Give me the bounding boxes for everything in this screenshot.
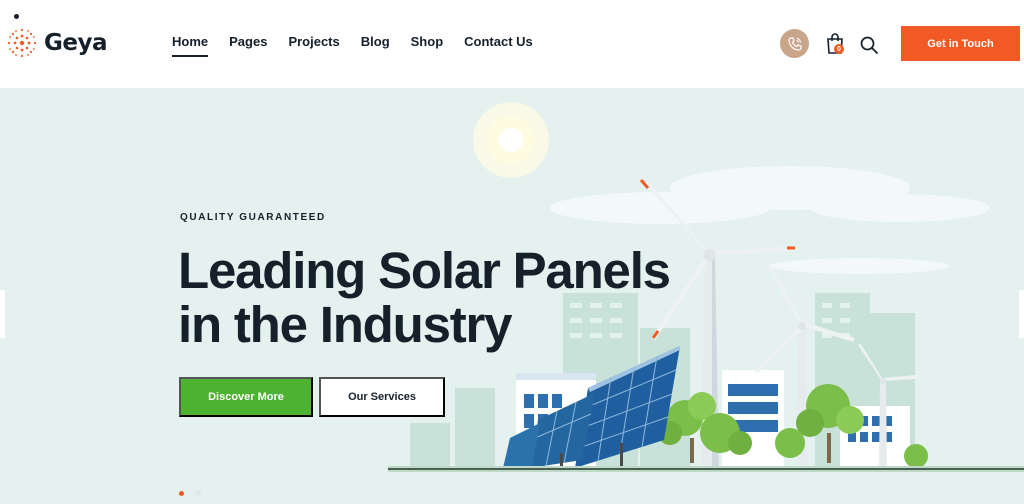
nav-item-pages[interactable]: Pages — [229, 34, 267, 55]
sun-illustration — [473, 102, 549, 178]
nav-item-blog[interactable]: Blog — [361, 34, 390, 55]
search-icon[interactable] — [859, 35, 879, 55]
hero-eyebrow: QUALITY GUARANTEED — [180, 212, 326, 223]
nav-item-home[interactable]: Home — [172, 34, 209, 57]
slider-dot-2[interactable] — [196, 491, 201, 496]
slider-prev-tab[interactable] — [0, 290, 5, 338]
phone-icon — [787, 36, 802, 51]
brand-name: Geya — [44, 30, 108, 56]
phone-button[interactable] — [780, 29, 809, 58]
slider-pagination — [179, 491, 201, 496]
get-in-touch-button[interactable]: Get in Touch — [901, 26, 1020, 61]
slider-next-tab[interactable] — [1019, 290, 1024, 338]
hero-title-line-1: Leading Solar Panels — [178, 242, 671, 299]
sun-logo-icon — [7, 28, 37, 58]
site-header: Geya Home Pages Projects Blog Shop Conta… — [0, 0, 1024, 88]
our-services-button[interactable]: Our Services — [319, 377, 445, 417]
discover-more-button[interactable]: Discover More — [179, 377, 313, 417]
cart-count-badge: 0 — [834, 44, 844, 54]
hero-title-line-2: in the Industry — [178, 296, 513, 353]
main-nav: Home Pages Projects Blog Shop Contact Us — [172, 34, 554, 57]
nav-item-shop[interactable]: Shop — [411, 34, 444, 55]
nav-item-contact[interactable]: Contact Us — [464, 34, 533, 55]
hero-title: Leading Solar Panels in the Industry — [178, 244, 738, 352]
slider-dot-1[interactable] — [179, 491, 184, 496]
corner-dot — [14, 14, 19, 19]
brand-logo[interactable]: Geya — [4, 25, 108, 61]
nav-item-projects[interactable]: Projects — [288, 34, 339, 55]
